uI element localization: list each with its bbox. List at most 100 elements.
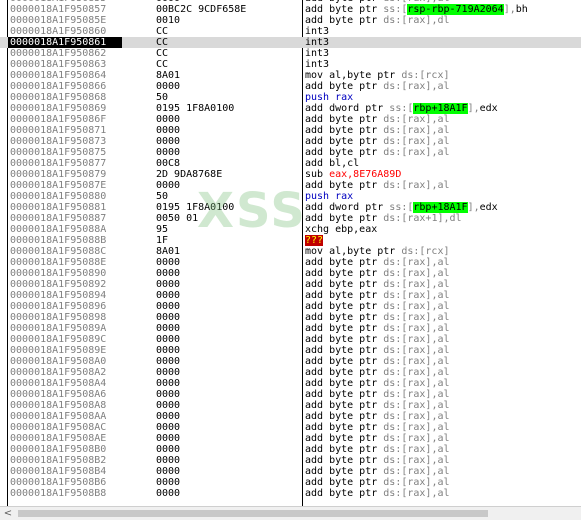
instruction-token: [rax],al	[401, 356, 450, 367]
instruction-row[interactable]: 0000018A1F9508A2 0000 add byte ptr ds:[rax…	[0, 367, 581, 378]
address-cell: 0000018A1F9508A6	[10, 389, 107, 400]
instruction-token: ss:	[389, 103, 408, 114]
instruction-row[interactable]: 0000018A1F950877 00C8 add bl,cl	[0, 158, 581, 169]
instruction-cell: add dword ptr ss:[rbp+18A1F],edx	[305, 103, 577, 114]
instruction-row[interactable]: 0000018A1F9508AA 0000 add byte ptr ds:[rax…	[0, 411, 581, 422]
instruction-row[interactable]: 0000018A1F950880 50 push rax	[0, 191, 581, 202]
address-cell: 0000018A1F95086F	[10, 114, 107, 125]
bytes-cell: 0000	[156, 356, 181, 367]
instruction-row[interactable]: 0000018A1F95085E 0010 add byte ptr ds:[rax…	[0, 15, 581, 26]
bytes-cell: 0000	[156, 466, 181, 477]
bytes-cell: 0000	[156, 345, 181, 356]
instruction-row[interactable]: 0000018A1F9508B8 0000 add byte ptr ds:[rax…	[0, 488, 581, 499]
instruction-row[interactable]: 0000018A1F95087E 0000 add byte ptr ds:[rax…	[0, 180, 581, 191]
instruction-token: add byte ptr	[305, 125, 384, 136]
instruction-row[interactable]: 0000018A1F950894 0000 add byte ptr ds:[rax…	[0, 290, 581, 301]
instruction-token: add byte ptr	[305, 378, 384, 389]
instruction-row[interactable]: 0000018A1F9508A6 0000 add byte ptr ds:[rax…	[0, 389, 581, 400]
instruction-row[interactable]: 0000018A1F950863 CC int3	[0, 59, 581, 70]
address-cell: 0000018A1F95088E	[10, 257, 107, 268]
instruction-token: [rax],al	[401, 455, 450, 466]
instruction-cell: int3	[305, 37, 577, 48]
instruction-row[interactable]: 0000018A1F95089E 0000 add byte ptr ds:[rax…	[0, 345, 581, 356]
instruction-token: int3	[305, 59, 330, 70]
instruction-row[interactable]: 0000018A1F950860 CC int3	[0, 26, 581, 37]
instruction-row[interactable]: 0000018A1F95088C 8A01 mov al,byte ptr ds:[…	[0, 246, 581, 257]
instruction-row[interactable]: 0000018A1F950869 0195 1F8A0100 add dword p…	[0, 103, 581, 114]
instruction-row[interactable]: 0000018A1F950887 0050 01 add byte ptr ds:[…	[0, 213, 581, 224]
instruction-token: ds:	[383, 268, 402, 279]
instruction-token: ds:	[383, 455, 402, 466]
instruction-token: ds:	[383, 180, 402, 191]
instruction-row[interactable]: 0000018A1F9508B4 0000 add byte ptr ds:[rax…	[0, 466, 581, 477]
instruction-cell: add byte ptr ds:[rax],al	[305, 312, 577, 323]
instruction-row[interactable]: 0000018A1F950892 0000 add byte ptr ds:[rax…	[0, 279, 581, 290]
instruction-row[interactable]: 0000018A1F950898 0000 add byte ptr ds:[rax…	[0, 312, 581, 323]
scroll-left-arrow-icon[interactable]: <	[2, 507, 14, 520]
instruction-row[interactable]: 0000018A1F95089C 0000 add byte ptr ds:[rax…	[0, 334, 581, 345]
instruction-cell: add bl,cl	[305, 158, 577, 169]
instruction-row[interactable]: 0000018A1F950896 0000 add byte ptr ds:[rax…	[0, 301, 581, 312]
horizontal-scrollbar[interactable]: <	[0, 506, 581, 520]
instruction-row[interactable]: 0000018A1F9508B0 0000 add byte ptr ds:[rax…	[0, 444, 581, 455]
instruction-token: add byte ptr	[305, 389, 384, 400]
instruction-row[interactable]: 0000018A1F950871 0000 add byte ptr ds:[rax…	[0, 125, 581, 136]
address-cell: 0000018A1F95088C	[10, 246, 107, 257]
disassembly-view[interactable]: 0000018A1F9508550000add byte ptr ds:[rax…	[0, 0, 581, 506]
instruction-row[interactable]: 0000018A1F95086F 0000 add byte ptr ds:[rax…	[0, 114, 581, 125]
instruction-row[interactable]: 0000018A1F950890 0000 add byte ptr ds:[rax…	[0, 268, 581, 279]
selected-instruction-row[interactable]: 0000018A1F950861 CC int3	[0, 37, 581, 48]
bytes-cell: 0000	[156, 455, 181, 466]
instruction-row[interactable]: 0000018A1F9508A4 0000 add byte ptr ds:[rax…	[0, 378, 581, 389]
instruction-cell: add byte ptr ds:[rax],al	[305, 400, 577, 411]
instruction-row[interactable]: 0000018A1F9508B6 0000 add byte ptr ds:[rax…	[0, 477, 581, 488]
address-cell: 0000018A1F9508A2	[10, 367, 107, 378]
instruction-row[interactable]: 0000018A1F950881 0195 1F8A0100 add dword p…	[0, 202, 581, 213]
bytes-cell: 0050 01	[156, 213, 199, 224]
instruction-row[interactable]: 0000018A1F950864 8A01 mov al,byte ptr ds:[…	[0, 70, 581, 81]
instruction-row[interactable]: 0000018A1F950868 50 push rax	[0, 92, 581, 103]
instruction-cell: add byte ptr ds:[rax],al	[305, 114, 577, 125]
instruction-token: [rax],al	[401, 433, 450, 444]
instruction-token: rsp-rbp-719A2064	[407, 4, 504, 15]
instruction-row[interactable]: 0000018A1F9508A0 0000 add byte ptr ds:[rax…	[0, 356, 581, 367]
instruction-row[interactable]: 0000018A1F95088B 1F???	[0, 235, 581, 246]
instruction-token: add byte ptr	[305, 455, 384, 466]
instruction-token: ds:	[383, 312, 402, 323]
instruction-row[interactable]: 0000018A1F950879 2D 9DA8768E sub eax,8E76A…	[0, 169, 581, 180]
instruction-row[interactable]: 0000018A1F95089A 0000 add byte ptr ds:[rax…	[0, 323, 581, 334]
instruction-token: [rax],al	[401, 180, 450, 191]
instruction-row[interactable]: 0000018A1F950862 CC int3	[0, 48, 581, 59]
address-cell: 0000018A1F9508B2	[10, 455, 107, 466]
instruction-row[interactable]: 0000018A1F9508AE 0000 add byte ptr ds:[rax…	[0, 433, 581, 444]
instruction-token: int3	[305, 48, 330, 59]
bytes-cell: 0000	[156, 147, 181, 158]
instruction-token: [rax],al	[401, 114, 450, 125]
instruction-row[interactable]: 0000018A1F9508A8 0000 add byte ptr ds:[rax…	[0, 400, 581, 411]
bytes-cell: 0000	[156, 389, 181, 400]
instruction-row[interactable]: 0000018A1F950873 0000 add byte ptr ds:[rax…	[0, 136, 581, 147]
instruction-row[interactable]: 0000018A1F9508B2 0000 add byte ptr ds:[rax…	[0, 455, 581, 466]
instruction-row[interactable]: 0000018A1F9508AC 0000 add byte ptr ds:[rax…	[0, 422, 581, 433]
instruction-token: [rax],al	[401, 488, 450, 499]
bytes-cell: 0000	[156, 400, 181, 411]
instruction-token: [rax+1],dl	[401, 213, 462, 224]
bytes-cell: 0000	[156, 125, 181, 136]
instruction-row[interactable]: 0000018A1F950875 0000 add byte ptr ds:[rax…	[0, 147, 581, 158]
instruction-row[interactable]: 0000018A1F950866 0000 add byte ptr ds:[rax…	[0, 81, 581, 92]
instruction-token: edx	[479, 202, 498, 213]
instruction-token: [rax],al	[401, 334, 450, 345]
address-cell: 0000018A1F9508B0	[10, 444, 107, 455]
address-cell: 0000018A1F950873	[10, 136, 107, 147]
instruction-token: [rax],al	[401, 312, 450, 323]
instruction-token: add byte ptr	[305, 345, 384, 356]
instruction-cell: mov al,byte ptr ds:[rcx]	[305, 70, 577, 81]
instruction-cell: push rax	[305, 92, 577, 103]
bytes-cell: 8A01	[156, 70, 181, 81]
instruction-row[interactable]: 0000018A1F95088E 0000 add byte ptr ds:[rax…	[0, 257, 581, 268]
instruction-row[interactable]: 0000018A1F95088A 95 xchg ebp,eax	[0, 224, 581, 235]
scrollbar-thumb[interactable]	[18, 510, 488, 517]
instruction-row[interactable]: 0000018A1F950857 00BC2C 9CDF658E add byte …	[0, 4, 581, 15]
instruction-cell: int3	[305, 26, 577, 37]
instruction-cell: add byte ptr ds:[rax],al	[305, 301, 577, 312]
